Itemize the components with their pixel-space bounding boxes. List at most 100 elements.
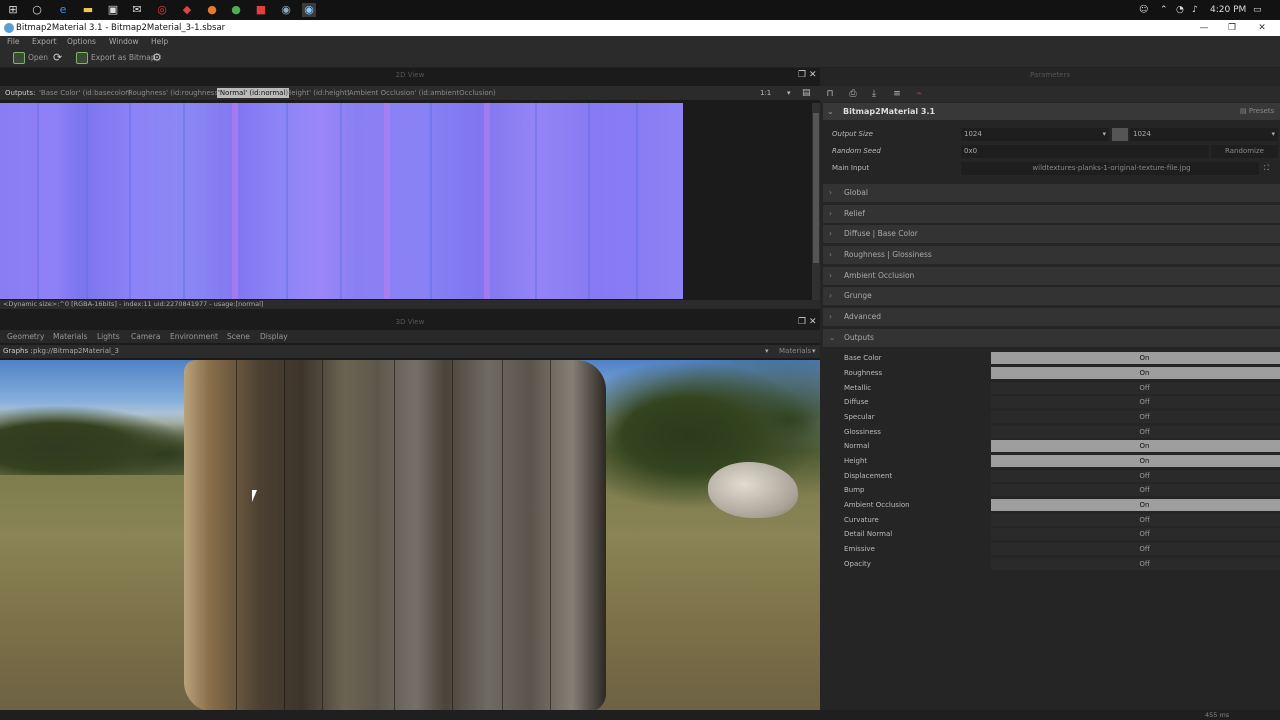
tab-roughness[interactable]: 'Roughness' (id:roughness) — [126, 86, 221, 100]
output-toggle[interactable]: On — [991, 499, 1280, 511]
float-panel-icon[interactable]: ❐ — [798, 315, 806, 329]
menu-window[interactable]: Window — [109, 36, 139, 47]
random-seed-input[interactable]: 0x0 — [961, 145, 1209, 158]
save-preset-icon[interactable]: ⎙ — [847, 88, 859, 100]
randomize-button[interactable]: Randomize — [1211, 145, 1278, 158]
minimize-button[interactable]: — — [1190, 20, 1218, 36]
menu-lights[interactable]: Lights — [97, 330, 120, 343]
open-button[interactable]: Open — [13, 51, 48, 64]
section-global[interactable]: › Global — [823, 184, 1280, 202]
tab-basecolor[interactable]: 'Base Color' (id:basecolor) — [39, 86, 131, 100]
output-size-height-select[interactable]: 1024 ▾ — [1130, 128, 1278, 141]
chevron-up-icon[interactable]: ⌃ — [1160, 0, 1168, 20]
load-preset-icon[interactable]: ⤓ — [868, 88, 880, 100]
outputs-tab-bar: Outputs: 'Base Color' (id:basecolor) 'Ro… — [0, 86, 820, 100]
section-outputs[interactable]: ⌄ Outputs — [823, 329, 1280, 347]
tab-ambient-occlusion[interactable]: 'Ambient Occlusion' (id:ambientOcclusion… — [347, 86, 496, 100]
graph-dropdown-icon[interactable]: ▾ — [765, 345, 769, 358]
app-icon-4[interactable]: ◉ — [279, 3, 293, 17]
menu-scene[interactable]: Scene — [227, 330, 250, 343]
cortana-icon[interactable]: ○ — [30, 3, 44, 17]
app-icon-3[interactable]: ■ — [254, 3, 268, 17]
output-toggle[interactable]: Off — [991, 514, 1280, 526]
people-icon[interactable]: ☺ — [1139, 0, 1148, 20]
menu-environment[interactable]: Environment — [170, 330, 218, 343]
scrollbar-thumb[interactable] — [813, 113, 819, 263]
delete-icon[interactable]: ⌁ — [913, 88, 925, 100]
close-panel-icon[interactable]: ✕ — [809, 68, 817, 82]
firefox-icon[interactable]: ● — [205, 3, 219, 17]
output-toggle[interactable]: On — [991, 367, 1280, 379]
menu-export[interactable]: Export — [32, 36, 57, 47]
presets-button[interactable]: ▤ Presets — [1240, 103, 1274, 120]
fit-icon[interactable]: ⛶ — [1264, 161, 1269, 176]
output-toggle[interactable]: Off — [991, 382, 1280, 394]
tab-normal[interactable]: 'Normal' (id:normal) — [217, 88, 290, 98]
app-icon-2[interactable]: ● — [229, 3, 243, 17]
zoom-dropdown-icon[interactable]: ▾ — [787, 86, 791, 100]
restore-button[interactable]: ❐ — [1218, 20, 1246, 36]
materials-dropdown-icon[interactable]: ▾ — [812, 345, 816, 358]
output-toggle[interactable]: Off — [991, 470, 1280, 482]
close-button[interactable]: ✕ — [1248, 20, 1276, 36]
network-icon[interactable]: ◔ — [1176, 0, 1184, 20]
export-bitmap-button[interactable]: Export as Bitmap — [76, 51, 156, 64]
mail-icon[interactable]: ✉ — [130, 3, 144, 17]
bitmap2material-task-icon[interactable]: ◉ — [302, 3, 316, 17]
output-toggle[interactable]: Off — [991, 558, 1280, 570]
zoom-select[interactable]: 1:1 — [760, 86, 771, 100]
output-size-width-select[interactable]: 1024 ▾ — [961, 128, 1109, 141]
output-row-height: Height On — [842, 455, 1280, 468]
clock-time[interactable]: 4:20 PM — [1210, 0, 1246, 20]
materials-select[interactable]: Materials — [779, 345, 811, 358]
menu-help[interactable]: Help — [151, 36, 168, 47]
output-toggle[interactable]: Off — [991, 528, 1280, 540]
lock-icon[interactable]: ⊓ — [824, 88, 836, 100]
settings-gear-icon[interactable]: ⚙ — [152, 51, 162, 64]
output-toggle[interactable]: Off — [991, 396, 1280, 408]
output-toggle[interactable]: On — [991, 455, 1280, 467]
notification-icon[interactable]: ▭ — [1253, 0, 1262, 20]
section-advanced[interactable]: › Advanced — [823, 308, 1280, 326]
section-diffuse[interactable]: › Diffuse | Base Color — [823, 225, 1280, 243]
section-relief[interactable]: › Relief — [823, 205, 1280, 223]
2d-view-scrollbar[interactable] — [812, 103, 820, 300]
view-options-icon[interactable]: ▤ — [802, 86, 811, 100]
store-icon[interactable]: ▣ — [106, 3, 120, 17]
menu-camera[interactable]: Camera — [131, 330, 160, 343]
graph-path-select[interactable]: pkg://Bitmap2Material_3 — [33, 345, 119, 358]
normal-map-preview[interactable] — [0, 103, 683, 299]
menu-display[interactable]: Display — [260, 330, 288, 343]
section-ambient-occlusion[interactable]: › Ambient Occlusion — [823, 267, 1280, 285]
volume-icon[interactable]: ♪ — [1192, 0, 1198, 20]
close-panel-icon[interactable]: ✕ — [809, 315, 817, 329]
tab-height[interactable]: 'Height' (id:height) — [284, 86, 350, 100]
opera-icon[interactable]: ◎ — [155, 3, 169, 17]
file-explorer-icon[interactable]: ▬ — [81, 3, 95, 17]
edge-icon[interactable]: e — [56, 3, 70, 17]
section-roughness[interactable]: › Roughness | Glossiness — [823, 246, 1280, 264]
reset-icon[interactable]: ≡ — [891, 88, 903, 100]
section-grunge[interactable]: › Grunge — [823, 287, 1280, 305]
link-size-toggle[interactable] — [1112, 128, 1128, 141]
plank-seam — [183, 103, 185, 299]
menu-file[interactable]: File — [7, 36, 20, 47]
output-row-emissive: Emissive Off — [842, 543, 1280, 556]
menu-geometry[interactable]: Geometry — [7, 330, 44, 343]
menu-materials[interactable]: Materials — [53, 330, 87, 343]
menu-options[interactable]: Options — [67, 36, 96, 47]
output-toggle[interactable]: Off — [991, 426, 1280, 438]
output-name: Displacement — [844, 472, 893, 480]
3d-view-title: 3D View — [395, 318, 425, 326]
main-input-file[interactable]: wildtextures-planks-1-original-texture-f… — [961, 162, 1259, 175]
output-toggle[interactable]: On — [991, 352, 1280, 364]
app-icon-1[interactable]: ◆ — [180, 3, 194, 17]
reload-icon[interactable]: ⟳ — [53, 51, 62, 64]
output-toggle[interactable]: Off — [991, 484, 1280, 496]
float-panel-icon[interactable]: ❐ — [798, 68, 806, 82]
output-toggle[interactable]: On — [991, 440, 1280, 452]
windows-start-icon[interactable]: ⊞ — [6, 3, 20, 17]
bitmap2material-section-header[interactable]: ⌄ Bitmap2Material 3.1 ▤ Presets — [823, 103, 1280, 120]
output-toggle[interactable]: Off — [991, 411, 1280, 423]
output-toggle[interactable]: Off — [991, 543, 1280, 555]
